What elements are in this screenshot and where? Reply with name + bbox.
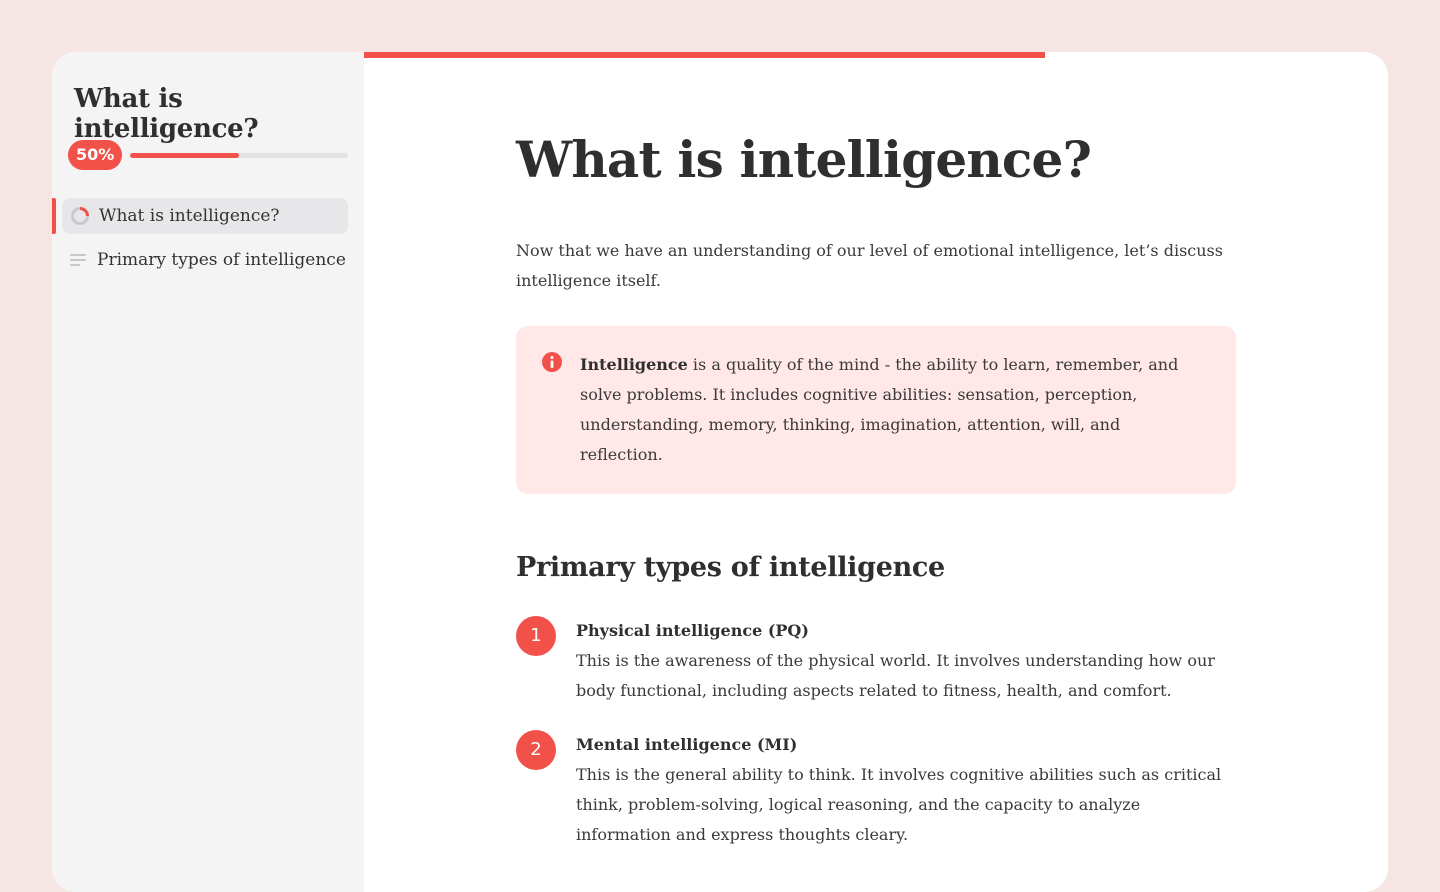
- type-title: Mental intelligence (MI): [576, 735, 798, 754]
- section-title: Primary types of intelligence: [516, 552, 945, 583]
- progress-track: [130, 152, 348, 158]
- number-badge: 2: [516, 730, 556, 770]
- type-description: This is the awareness of the physical wo…: [576, 651, 1215, 700]
- course-title: What is intelligence?: [74, 84, 259, 144]
- nav-item-label: Primary types of intelligence: [97, 250, 346, 270]
- app-window: What is intelligence? 50% What is intell…: [52, 52, 1388, 892]
- lesson-nav: What is intelligence? Primary types of i…: [52, 198, 364, 286]
- nav-item-what-is-intelligence[interactable]: What is intelligence?: [52, 198, 364, 234]
- intro-paragraph: Now that we have an understanding of our…: [516, 241, 1223, 290]
- list-item: 2 Mental intelligence (MI) This is the g…: [516, 730, 1236, 850]
- progress-ring-icon: [69, 205, 91, 227]
- callout-term: Intelligence: [580, 355, 688, 374]
- progress-percent-badge: 50%: [68, 140, 123, 170]
- active-indicator: [52, 198, 56, 234]
- number-badge: 1: [516, 616, 556, 656]
- list-item: 1 Physical intelligence (PQ) This is the…: [516, 616, 1236, 706]
- sidebar: What is intelligence? 50% What is intell…: [52, 52, 364, 892]
- type-title: Physical intelligence (PQ): [576, 621, 809, 640]
- callout-text: Intelligence is a quality of the mind - …: [580, 355, 1178, 464]
- progress-fill: [130, 152, 240, 158]
- nav-item-primary-types[interactable]: Primary types of intelligence: [52, 242, 364, 278]
- page-title: What is intelligence?: [516, 130, 1092, 189]
- nav-item-label: What is intelligence?: [99, 206, 280, 226]
- intelligence-types-list: 1 Physical intelligence (PQ) This is the…: [516, 616, 1236, 850]
- definition-callout: Intelligence is a quality of the mind - …: [516, 326, 1236, 494]
- text-lines-icon: [67, 249, 89, 271]
- info-icon: [541, 351, 563, 373]
- lesson-content: What is intelligence? Now that we have a…: [364, 52, 1388, 892]
- type-description: This is the general ability to think. It…: [576, 765, 1222, 844]
- course-progress: 50%: [68, 140, 348, 170]
